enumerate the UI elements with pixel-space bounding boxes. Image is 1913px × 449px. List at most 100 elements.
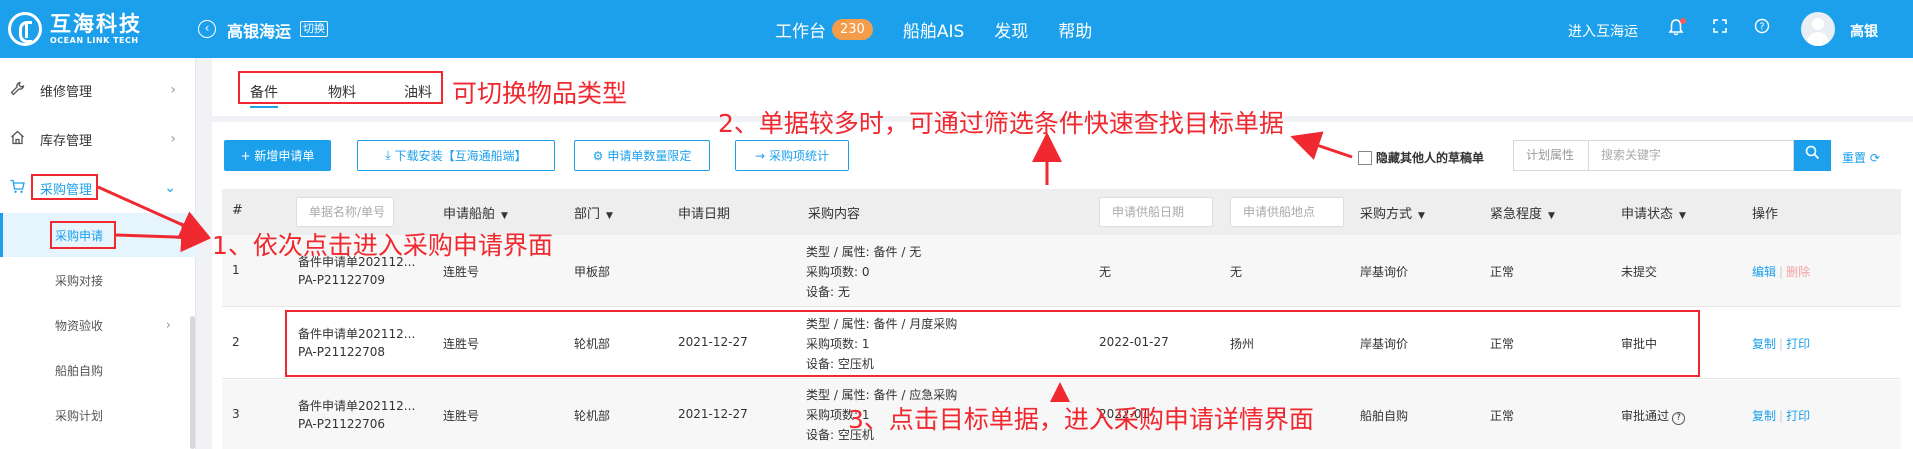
row-number: 2	[232, 335, 240, 349]
filter-doc-name-input[interactable]: 单据名称/单号	[296, 197, 394, 227]
sidebar-item-maintenance[interactable]: 维修管理 ›	[0, 67, 196, 113]
content-type: 类型 / 属性: 备件 / 月度采购	[806, 317, 958, 331]
request-limit-button[interactable]: ⚙ 申请单数量限定	[574, 140, 710, 171]
filter-supply-place-input[interactable]: 申请供船地点	[1230, 197, 1344, 227]
col-status[interactable]: 申请状态 ▼	[1621, 203, 1686, 222]
question-icon[interactable]: ?	[1672, 412, 1686, 425]
request-date: 2021-12-27	[678, 407, 748, 421]
annotation-switch-type: 可切换物品类型	[452, 79, 628, 108]
hide-draft-checkbox[interactable]	[1358, 150, 1372, 165]
sidebar-item-purchasing[interactable]: 采购管理 ⌄	[0, 165, 196, 211]
logo[interactable]: 互海科技 OCEAN LINK TECH	[8, 10, 142, 48]
print-link[interactable]: 打印	[1786, 337, 1810, 351]
enter-huhaiyun-link[interactable]: 进入互海运	[1568, 21, 1638, 41]
doc-code: PA-P21122708	[298, 345, 386, 359]
search-input[interactable]: 搜索关键字	[1588, 140, 1794, 171]
col-urgency-label: 紧急程度	[1490, 207, 1543, 222]
status-badge: 未提交	[1621, 265, 1658, 279]
annotation-step3: 3、点击目标单据，进入采购申请详情界面	[848, 405, 1314, 434]
urgency: 正常	[1490, 265, 1515, 279]
col-method[interactable]: 采购方式 ▼	[1360, 203, 1425, 222]
nav-ship-ais[interactable]: 船舶AIS	[903, 17, 964, 42]
sidebar-subitem-purchase-matching[interactable]: 采购对接	[0, 258, 196, 302]
col-date: 申请日期	[678, 207, 731, 222]
chevron-right-icon: ›	[170, 82, 176, 98]
content-count: 采购项数: 0	[806, 265, 870, 279]
doc-name[interactable]: 备件申请单202112...	[298, 325, 415, 342]
bell-icon[interactable]	[1666, 18, 1686, 38]
tab-oil[interactable]: 油料	[404, 82, 432, 102]
status-badge: 审批中	[1621, 337, 1658, 351]
nav-help[interactable]: 帮助	[1058, 17, 1092, 42]
caret-down-icon: ▼	[1418, 211, 1425, 221]
ship-name: 连胜号	[443, 265, 480, 279]
sidebar-subitem-ship-self-purchase[interactable]: 船舶自购	[0, 348, 196, 392]
download-client-button[interactable]: ⤓ 下载安装【互海通船端】	[357, 140, 555, 171]
logo-subtitle: OCEAN LINK TECH	[50, 36, 139, 45]
ship-name: 连胜号	[443, 337, 480, 351]
purchase-method: 船舶自购	[1360, 409, 1409, 423]
row-number: 1	[232, 263, 240, 277]
request-date: 2021-12-27	[678, 335, 748, 349]
fullscreen-icon[interactable]	[1710, 18, 1730, 38]
home-icon	[8, 130, 26, 149]
help-icon[interactable]: ?	[1752, 18, 1772, 38]
doc-code: PA-P21122709	[298, 273, 386, 287]
col-number: #	[232, 203, 243, 218]
cart-icon	[8, 179, 26, 198]
search-button[interactable]	[1794, 140, 1831, 171]
col-status-label: 申请状态	[1621, 207, 1674, 222]
nav-workbench[interactable]: 工作台 230	[775, 17, 873, 42]
request-limit-label: 申请单数量限定	[607, 149, 692, 163]
col-method-label: 采购方式	[1360, 207, 1413, 222]
download-label: 下载安装【互海通船端】	[394, 149, 527, 163]
row-number: 3	[232, 407, 240, 421]
search-icon	[1805, 145, 1820, 160]
status-badge: 审批通过?	[1621, 407, 1686, 425]
annotation-filter-hint: 2、单据较多时，可通过筛选条件快速查找目标单据	[718, 109, 1284, 138]
sidebar-item-inventory[interactable]: 库存管理 ›	[0, 116, 196, 162]
doc-name[interactable]: 备件申请单202112...	[298, 397, 415, 414]
delete-link[interactable]: 删除	[1786, 265, 1810, 279]
print-link[interactable]: 打印	[1786, 409, 1810, 423]
new-request-button[interactable]: + 新增申请单	[224, 140, 331, 171]
top-nav: 工作台 230 船舶AIS 发现 帮助	[775, 17, 1122, 42]
tab-materials[interactable]: 物料	[328, 82, 356, 102]
chevron-down-icon: ⌄	[164, 180, 176, 196]
edit-link[interactable]: 编辑	[1752, 265, 1776, 279]
sidebar-item-label: 采购管理	[40, 182, 93, 198]
table-row[interactable]: 2 备件申请单202112... PA-P21122708 连胜号 轮机部 20…	[222, 308, 1901, 379]
plan-attribute-placeholder: 计划属性	[1526, 148, 1575, 162]
username[interactable]: 高银	[1850, 21, 1878, 41]
ship-name: 连胜号	[443, 409, 480, 423]
reset-link[interactable]: 重置 ⟳	[1842, 149, 1880, 166]
logo-title: 互海科技	[50, 12, 142, 36]
nav-discover[interactable]: 发现	[994, 17, 1028, 42]
content-equipment: 设备: 空压机	[806, 357, 874, 371]
chevron-right-icon: ›	[165, 317, 171, 333]
col-urgency[interactable]: 紧急程度 ▼	[1490, 203, 1555, 222]
col-dept[interactable]: 部门 ▼	[574, 203, 613, 222]
annotation-step1: 1、依次点击进入采购申请界面	[212, 231, 553, 260]
copy-link[interactable]: 复制	[1752, 337, 1776, 351]
chevron-right-icon: ›	[170, 131, 176, 147]
caret-down-icon: ▼	[501, 211, 508, 221]
item-stats-label: 采购项统计	[769, 149, 830, 163]
sidebar-item-label: 维修管理	[40, 84, 93, 100]
row-actions: 编辑 | 删除	[1752, 265, 1811, 279]
back-icon[interactable]: ‹	[198, 20, 216, 38]
tab-spare-parts[interactable]: 备件	[250, 82, 278, 108]
sidebar-subitem-purchase-plan[interactable]: 采购计划	[0, 393, 196, 437]
urgency: 正常	[1490, 337, 1515, 351]
filter-supply-date-input[interactable]: 申请供船日期	[1099, 197, 1213, 227]
department: 轮机部	[574, 337, 611, 351]
switch-company-button[interactable]: 切换	[300, 21, 328, 37]
sidebar-subitem-inspection[interactable]: 物资验收 ›	[0, 303, 196, 347]
sidebar-subitem-purchase-request[interactable]: 采购申请	[0, 213, 196, 257]
col-ship[interactable]: 申请船舶 ▼	[443, 203, 508, 222]
hide-draft-toggle[interactable]: 隐藏其他人的草稿单	[1358, 149, 1484, 166]
item-stats-button[interactable]: → 采购项统计	[735, 140, 849, 171]
copy-link[interactable]: 复制	[1752, 409, 1776, 423]
avatar[interactable]	[1801, 12, 1835, 46]
sidebar-scrollbar[interactable]	[190, 316, 195, 449]
